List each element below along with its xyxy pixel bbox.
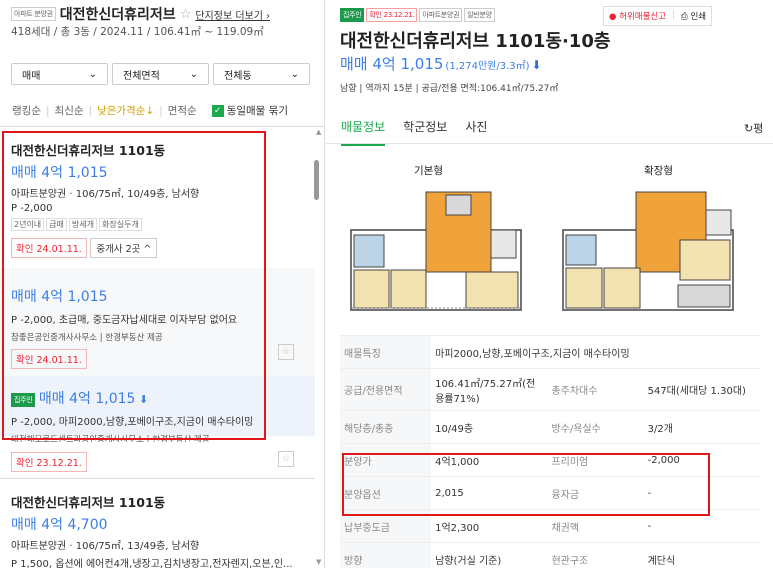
plan-basic-label: 기본형: [414, 165, 443, 177]
listing-panel: 아파트 분양권 대전한신더휴리저브 ☆ 단지정보 더보기 › 418세대 / 총…: [0, 0, 325, 568]
listing-desc: 아파트분양권 · 106/75㎡, 13/49층, 남서향: [11, 541, 200, 552]
print-button[interactable]: ⎙ 인쇄: [681, 10, 706, 22]
check-icon: ✓: [211, 104, 224, 117]
siren-icon: ●: [609, 12, 617, 22]
table-row: 매물특징 마피2000,남향,포베이구조,지금이 매수타이밍: [340, 335, 760, 369]
pyeong-toggle[interactable]: ↻평: [744, 120, 763, 136]
listing-item[interactable]: 대전한신더휴리저브 1101동 매매 4억 4,700 아파트분양권 · 106…: [0, 492, 315, 568]
listing-info-table: 매물특징 마피2000,남향,포베이구조,지금이 매수타이밍 공급/전용면적 1…: [340, 335, 760, 568]
complex-header: 아파트 분양권 대전한신더휴리저브 ☆ 단지정보 더보기 ›: [11, 4, 270, 24]
chevron-down-icon: ⌄: [290, 68, 299, 80]
listing-premium: P 1,500, 옵션에 에어컨4개,냉장고,김치냉장고,전자렌지,오븐,인..…: [11, 559, 293, 568]
detail-meta: 남향 | 역까지 15분 | 공급/전용 면적:106.41㎡/75.27㎡: [340, 84, 559, 94]
highlight-box: [342, 453, 710, 516]
detail-price: 매매 4억 1,015 (1,274만원/3.3㎡) ⬇: [340, 55, 542, 73]
plan-extended-label: 확장형: [644, 165, 673, 177]
sort-bar: 랭킹순 | 최신순 | 낮은가격순↓ | 면적순 ✓ 동일매물 묶기: [12, 103, 289, 118]
tab-school-info[interactable]: 학군정보: [403, 118, 447, 146]
trade-type-select[interactable]: 매매 ⌄: [11, 63, 108, 85]
print-icon: ⎙: [680, 12, 688, 22]
complex-name: 대전한신더휴리저브: [59, 7, 176, 23]
favorite-star-icon[interactable]: ☆: [278, 344, 294, 360]
detail-tags: 집주인 확인 23.12.21. 아파트분양권 일반분양: [340, 8, 495, 22]
floorplan-basic[interactable]: [346, 180, 531, 315]
sort-latest[interactable]: 최신순: [55, 103, 84, 118]
scrollbar-thumb[interactable]: [314, 160, 319, 200]
sort-low-price[interactable]: 낮은가격순↓: [97, 103, 154, 118]
favorite-star-icon[interactable]: ☆: [278, 451, 294, 467]
detail-panel: 집주인 확인 23.12.21. 아파트분양권 일반분양 ● 허위매물신고 | …: [326, 0, 773, 568]
table-row: 방향 남향(거실 기준) 현관구조 계단식: [340, 542, 760, 568]
dong-select[interactable]: 전체동 ⌄: [213, 63, 310, 85]
table-row: 공급/전용면적 106.41㎡/75.27㎡(전용률71%) 총주차대수 547…: [340, 368, 760, 411]
detail-title: 대전한신더휴리저브 1101동·10층: [340, 31, 611, 52]
chevron-down-icon: ⌄: [189, 68, 198, 80]
tab-listing-info[interactable]: 매물정보: [341, 118, 386, 146]
floorplan-extended[interactable]: [558, 180, 743, 315]
scroll-up-icon[interactable]: ▲: [316, 128, 321, 136]
same-listing-toggle[interactable]: ✓ 동일매물 묶기: [211, 103, 288, 118]
listing-price: 매매 4억 4,700: [11, 517, 108, 533]
listing-title: 대전한신더휴리저브 1101동: [11, 495, 166, 510]
sort-ranking[interactable]: 랭킹순: [12, 103, 41, 118]
sort-area[interactable]: 면적순: [168, 103, 197, 118]
more-info-link[interactable]: 단지정보 더보기 ›: [195, 7, 270, 22]
type-tag: 아파트 분양권: [11, 7, 56, 21]
detail-tabs: 매물정보 학군정보 사진: [341, 118, 487, 146]
complex-summary: 418세대 / 총 3동 / 2024.11 / 106.41㎡ ~ 119.0…: [11, 26, 264, 38]
price-down-icon: ⬇: [531, 58, 542, 72]
report-button[interactable]: ● 허위매물신고: [609, 10, 666, 22]
confirm-date-badge: 확인 23.12.21.: [11, 452, 87, 472]
favorite-star-icon[interactable]: ☆: [180, 7, 192, 22]
table-row: 해당층/총층 10/49층 방수/욕실수 3/2개: [340, 410, 760, 444]
area-select[interactable]: 전체면적 ⌄: [112, 63, 209, 85]
scroll-down-icon[interactable]: ▼: [316, 558, 321, 566]
chevron-down-icon: ⌄: [88, 68, 97, 80]
refresh-icon: ↻: [744, 122, 754, 135]
detail-actions: ● 허위매물신고 | ⎙ 인쇄: [603, 6, 713, 26]
tab-photos[interactable]: 사진: [465, 118, 487, 146]
highlight-box: [2, 131, 266, 440]
